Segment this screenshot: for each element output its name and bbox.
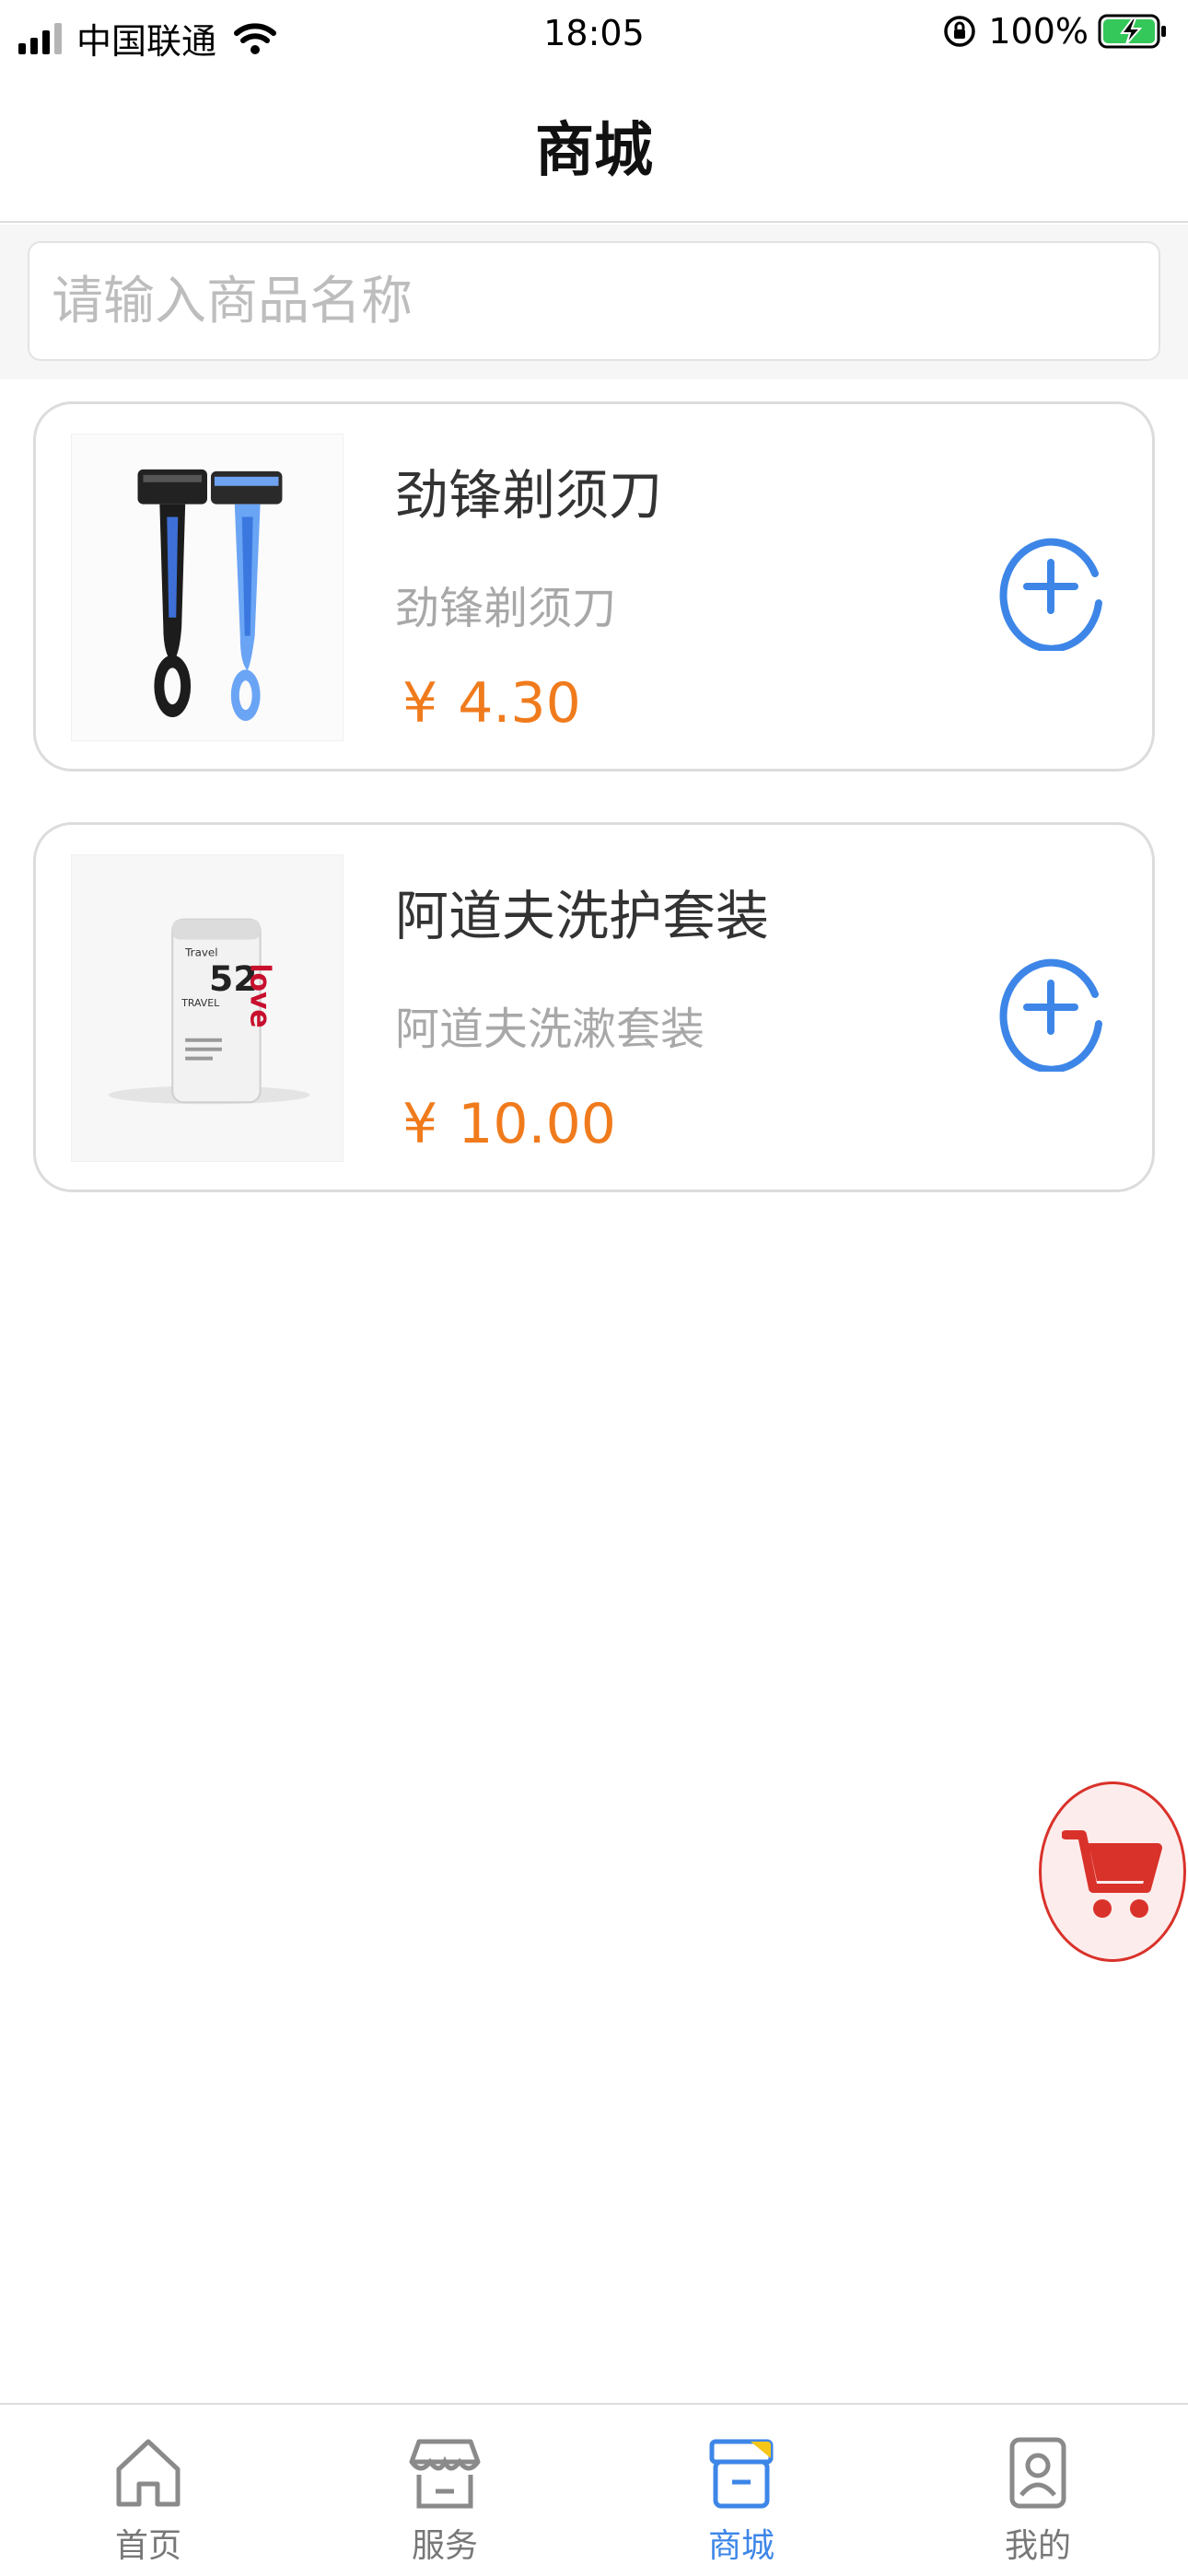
add-to-cart-button[interactable] [996,522,1106,653]
mall-box-icon [709,2439,774,2509]
battery-charging-icon [1098,14,1166,49]
price-value: 10.00 [458,1092,616,1156]
floating-cart-button[interactable] [1039,1781,1186,1962]
currency-symbol: ¥ [402,1092,438,1156]
product-price: ¥10.00 [402,1092,616,1156]
shopping-cart-icon [1062,1830,1162,1918]
price-value: 4.30 [458,671,581,736]
store-icon [409,2439,481,2509]
razor-image [71,434,344,741]
product-name: 阿道夫洗护套装 [395,885,770,947]
profile-icon [1009,2437,1066,2509]
battery-percent: 100% [988,11,1089,52]
tab-label: 商城 [707,2527,775,2565]
currency-symbol: ¥ [402,671,438,736]
svg-text:TRAVEL: TRAVEL [181,997,220,1009]
rotation-lock-icon [944,16,976,47]
tab-label: 首页 [114,2527,181,2565]
travel-kit-image: Travel 52 TRAVEL love [71,854,344,1162]
product-card[interactable]: 劲锋剃须刀 劲锋剃须刀 ¥4.30 [33,401,1155,772]
product-price: ¥4.30 [402,671,581,736]
bottom-tab-bar: 首页 服务 商城 我的 [0,2403,1188,2574]
product-description: 阿道夫洗漱套装 [395,1004,705,1055]
add-to-cart-button[interactable] [996,943,1106,1073]
product-description: 劲锋剃须刀 [395,583,617,634]
page-title: 商城 [535,117,653,185]
home-icon [116,2439,181,2507]
search-input[interactable] [28,241,1160,361]
tab-service[interactable]: 服务 [297,2405,593,2576]
svg-text:Travel: Travel [184,946,217,958]
status-bar: 中国联通 18:05 100% [0,0,1188,74]
svg-text:love: love [244,963,276,1027]
plus-circle-icon [999,538,1102,653]
search-bar [0,225,1188,379]
product-name: 劲锋剃须刀 [395,464,663,527]
tab-label: 服务 [411,2527,478,2565]
tab-label: 我的 [1004,2527,1071,2565]
tab-mine[interactable]: 我的 [890,2405,1186,2576]
tab-home[interactable]: 首页 [0,2405,297,2576]
tab-mall[interactable]: 商城 [593,2405,890,2576]
plus-circle-icon [999,958,1102,1073]
nav-bar: 商城 [0,74,1188,223]
product-card[interactable]: Travel 52 TRAVEL love 阿道夫洗护套装 阿道夫洗漱套装 ¥1… [33,822,1155,1192]
